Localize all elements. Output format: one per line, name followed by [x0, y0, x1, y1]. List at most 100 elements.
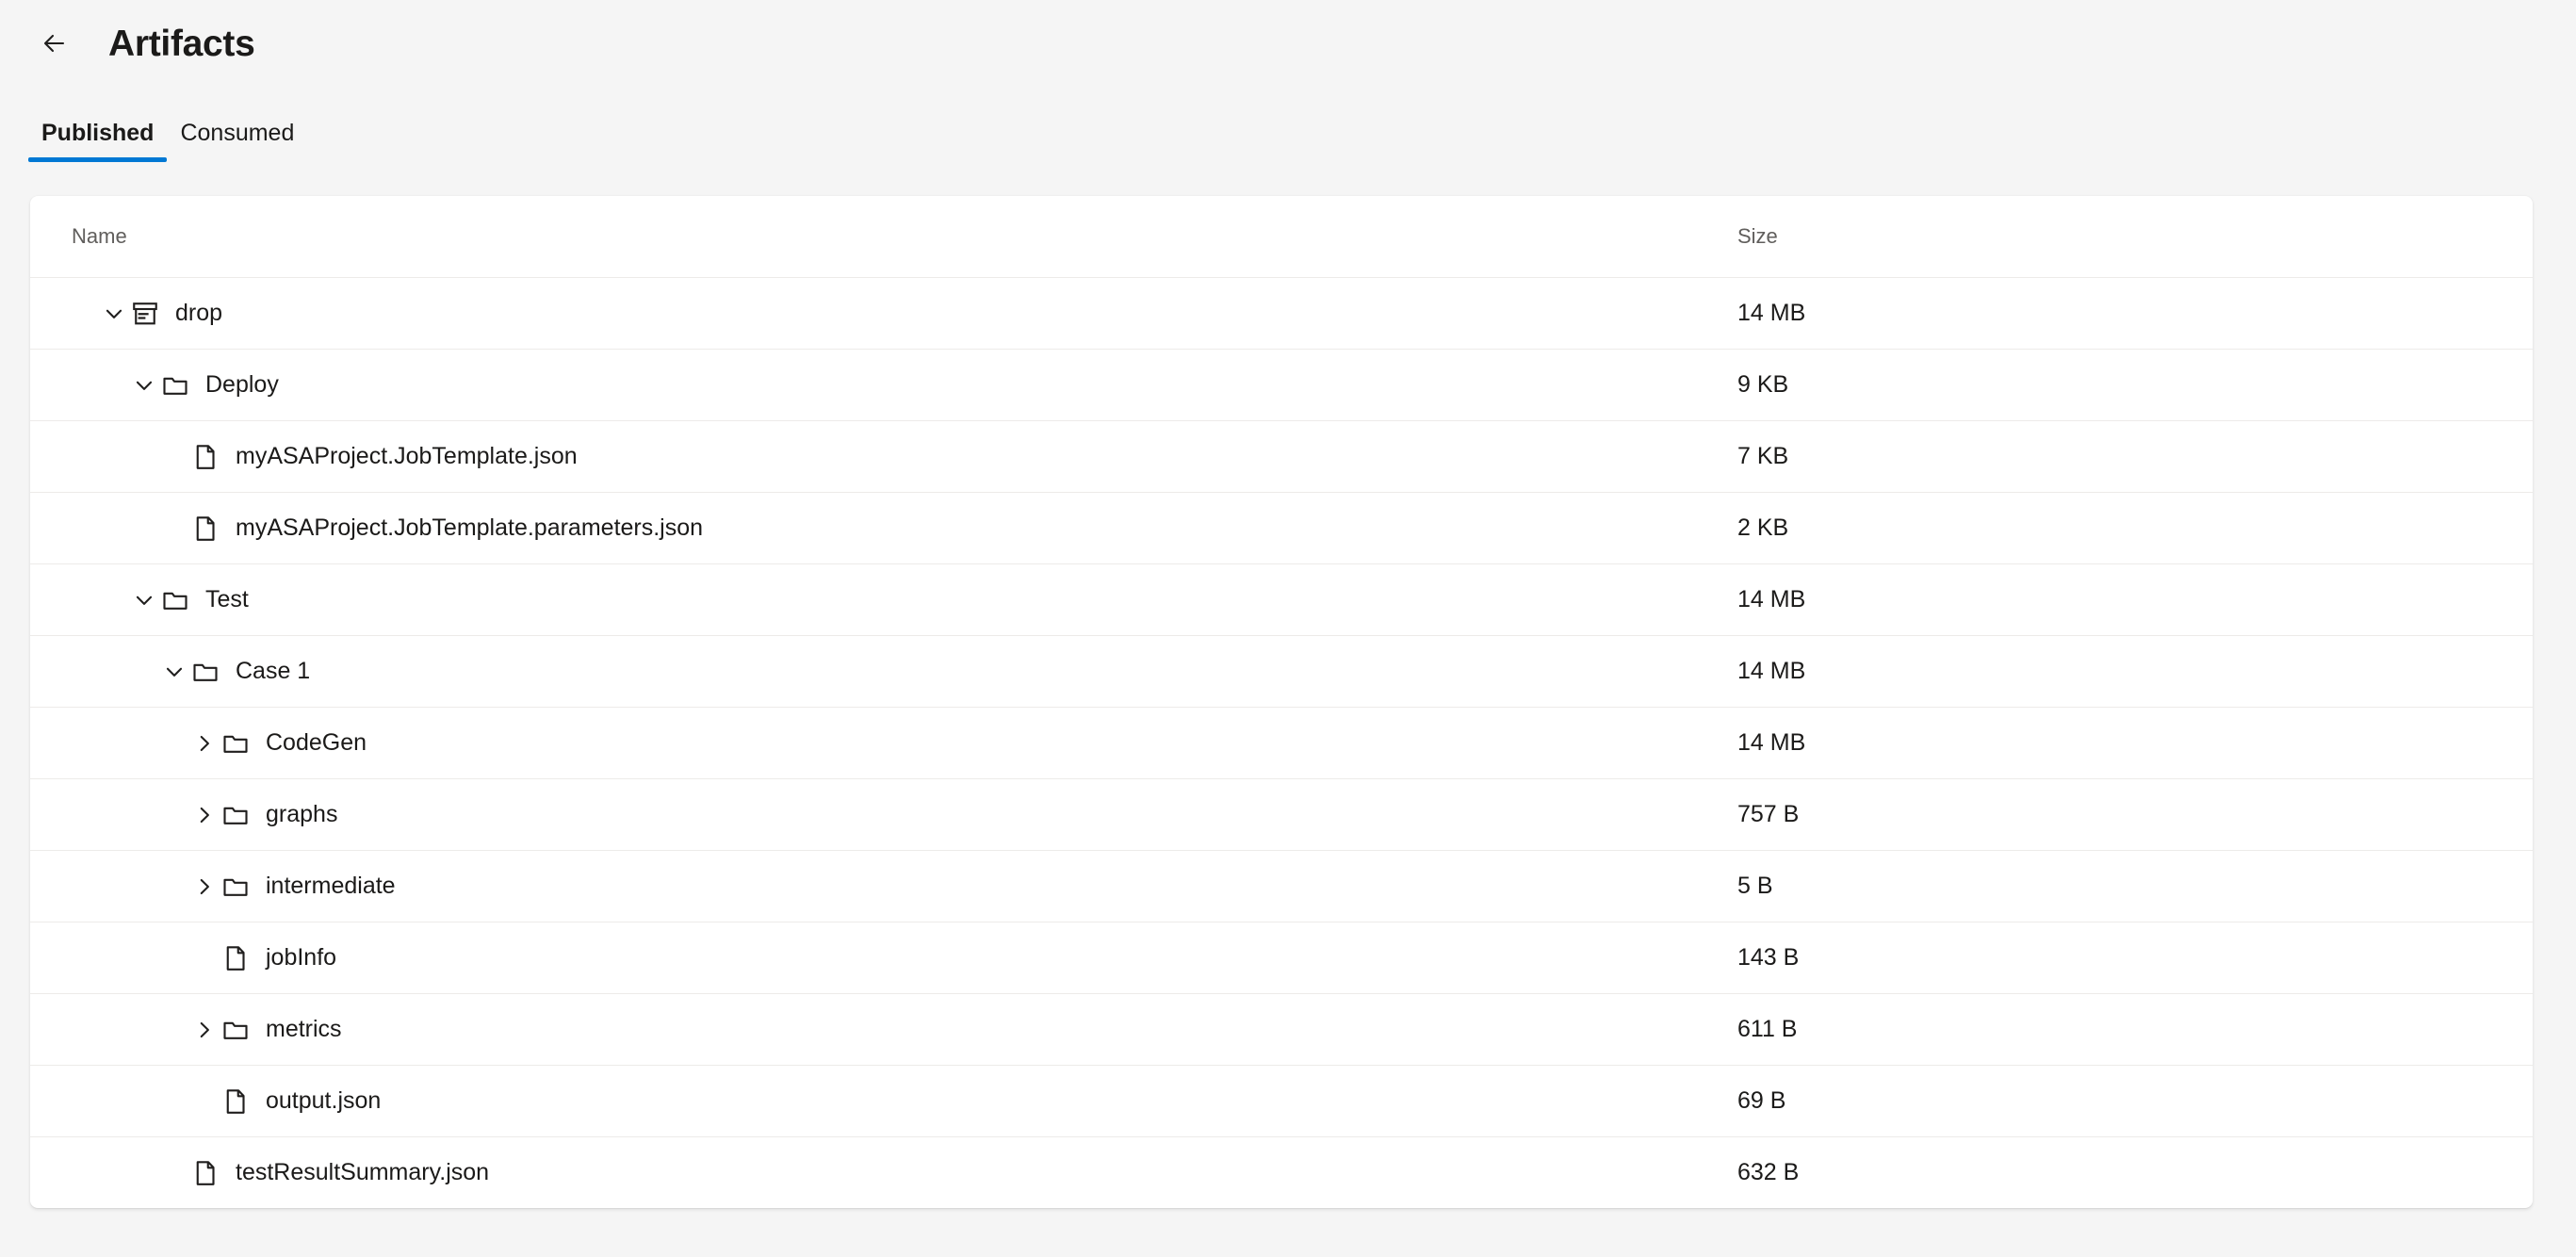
item-name-label[interactable]: drop — [175, 302, 222, 325]
tab-active-indicator — [28, 157, 168, 162]
tree-toggle-spacer — [188, 1086, 220, 1118]
item-size-label: 14 MB — [1737, 658, 1806, 684]
table-row[interactable]: graphs 757 B — [30, 778, 2533, 850]
item-name-label[interactable]: metrics — [266, 1018, 342, 1041]
cell-name: Deploy — [30, 369, 1683, 401]
cell-size: 14 MB — [1683, 588, 2533, 612]
item-size-label: 9 KB — [1737, 371, 1789, 398]
cell-size: 757 B — [1683, 803, 2533, 826]
item-name-label[interactable]: Deploy — [205, 373, 279, 397]
cell-name: testResultSummary.json — [30, 1157, 1683, 1189]
tree-toggle-spacer — [188, 942, 220, 974]
tab-consumed[interactable]: Consumed — [167, 122, 307, 162]
table-row[interactable]: Test 14 MB — [30, 563, 2533, 635]
cell-name: graphs — [30, 799, 1683, 831]
item-name-label[interactable]: myASAProject.JobTemplate.parameters.json — [236, 516, 703, 540]
file-icon — [190, 441, 220, 473]
cell-size: 7 KB — [1683, 445, 2533, 468]
chevron-right-icon[interactable] — [188, 799, 220, 831]
table-row[interactable]: Deploy 9 KB — [30, 349, 2533, 420]
tab-published[interactable]: Published — [28, 120, 168, 162]
cell-name: myASAProject.JobTemplate.json — [30, 441, 1683, 473]
tab-published-label: Published — [41, 120, 155, 146]
cell-size: 9 KB — [1683, 373, 2533, 397]
cell-name: Test — [30, 584, 1683, 616]
table-row[interactable]: metrics 611 B — [30, 993, 2533, 1065]
item-size-label: 757 B — [1737, 801, 1800, 827]
item-name-label[interactable]: output.json — [266, 1089, 381, 1113]
table-row[interactable]: jobInfo 143 B — [30, 922, 2533, 993]
cell-name: Case 1 — [30, 656, 1683, 688]
item-size-label: 5 B — [1737, 873, 1773, 899]
cell-size: 14 MB — [1683, 302, 2533, 325]
archive-box-icon — [130, 298, 160, 330]
page-title: Artifacts — [108, 23, 255, 64]
cell-size: 611 B — [1683, 1018, 2533, 1041]
folder-icon — [160, 369, 190, 401]
chevron-down-icon[interactable] — [158, 656, 190, 688]
artifacts-card: Name Size drop 14 MB Deploy 9 KB myASAProjec… — [30, 196, 2533, 1208]
cell-name: metrics — [30, 1014, 1683, 1046]
back-button[interactable] — [28, 17, 81, 70]
cell-size: 2 KB — [1683, 516, 2533, 540]
item-name-label[interactable]: myASAProject.JobTemplate.json — [236, 445, 578, 468]
item-name-label[interactable]: CodeGen — [266, 731, 367, 755]
item-name-label[interactable]: graphs — [266, 803, 337, 826]
chevron-right-icon[interactable] — [188, 871, 220, 903]
item-size-label: 14 MB — [1737, 300, 1806, 326]
table-row[interactable]: drop 14 MB — [30, 277, 2533, 349]
file-icon — [190, 1157, 220, 1189]
item-size-label: 69 B — [1737, 1087, 1786, 1114]
cell-name: output.json — [30, 1086, 1683, 1118]
table-row[interactable]: CodeGen 14 MB — [30, 707, 2533, 778]
item-name-label[interactable]: Test — [205, 588, 249, 612]
tree-toggle-spacer — [158, 513, 190, 545]
item-name-label[interactable]: jobInfo — [266, 946, 336, 970]
item-name-label[interactable]: testResultSummary.json — [236, 1161, 489, 1184]
cell-name: drop — [30, 298, 1683, 330]
cell-size: 14 MB — [1683, 660, 2533, 683]
item-name-label[interactable]: Case 1 — [236, 660, 310, 683]
tree-toggle-spacer — [158, 441, 190, 473]
chevron-right-icon[interactable] — [188, 727, 220, 759]
column-header-name[interactable]: Name — [30, 224, 1683, 249]
folder-icon — [220, 871, 251, 903]
item-name-label[interactable]: intermediate — [266, 874, 396, 898]
tab-bar: Published Consumed — [0, 87, 2576, 162]
cell-size: 632 B — [1683, 1161, 2533, 1184]
file-icon — [220, 942, 251, 974]
table-row[interactable]: testResultSummary.json 632 B — [30, 1136, 2533, 1208]
table-row[interactable]: output.json 69 B — [30, 1065, 2533, 1136]
cell-name: CodeGen — [30, 727, 1683, 759]
cell-size: 143 B — [1683, 946, 2533, 970]
chevron-down-icon[interactable] — [128, 369, 160, 401]
tree-toggle-spacer — [158, 1157, 190, 1189]
table-row[interactable]: Case 1 14 MB — [30, 635, 2533, 707]
chevron-right-icon[interactable] — [188, 1014, 220, 1046]
artifacts-tree: drop 14 MB Deploy 9 KB myASAProject.JobTempl… — [30, 277, 2533, 1208]
item-size-label: 14 MB — [1737, 586, 1806, 612]
cell-size: 69 B — [1683, 1089, 2533, 1113]
item-size-label: 632 B — [1737, 1159, 1800, 1185]
cell-name: myASAProject.JobTemplate.parameters.json — [30, 513, 1683, 545]
file-icon — [190, 513, 220, 545]
item-size-label: 143 B — [1737, 944, 1800, 971]
cell-size: 14 MB — [1683, 731, 2533, 755]
folder-icon — [160, 584, 190, 616]
arrow-left-icon — [36, 24, 73, 62]
cell-name: jobInfo — [30, 942, 1683, 974]
item-size-label: 2 KB — [1737, 514, 1789, 541]
folder-icon — [190, 656, 220, 688]
table-row[interactable]: intermediate 5 B — [30, 850, 2533, 922]
page-header: Artifacts — [0, 0, 2576, 87]
column-header-size[interactable]: Size — [1683, 224, 2533, 249]
folder-icon — [220, 1014, 251, 1046]
chevron-down-icon[interactable] — [98, 298, 130, 330]
tab-consumed-label: Consumed — [180, 120, 295, 146]
item-size-label: 611 B — [1737, 1016, 1798, 1042]
table-row[interactable]: myASAProject.JobTemplate.parameters.json… — [30, 492, 2533, 563]
table-header-row: Name Size — [30, 196, 2533, 277]
file-icon — [220, 1086, 251, 1118]
table-row[interactable]: myASAProject.JobTemplate.json 7 KB — [30, 420, 2533, 492]
chevron-down-icon[interactable] — [128, 584, 160, 616]
